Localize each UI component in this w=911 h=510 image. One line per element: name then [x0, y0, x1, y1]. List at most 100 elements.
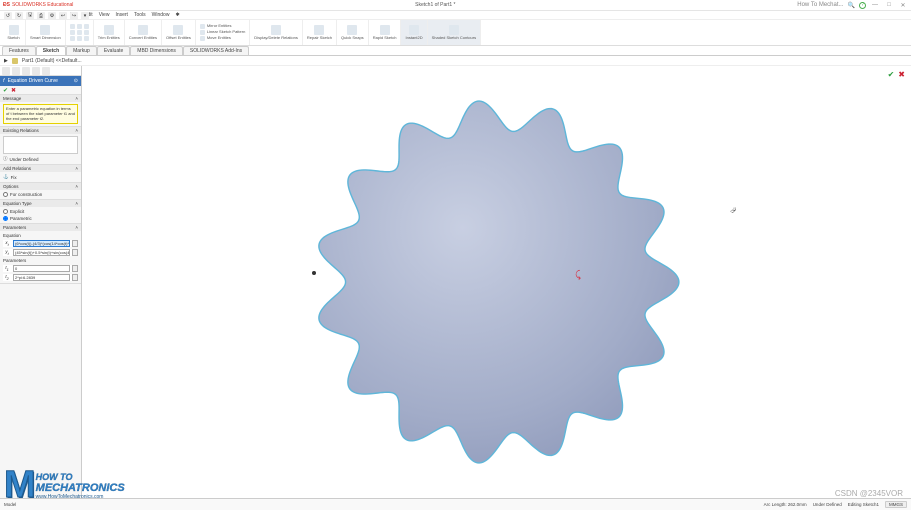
quick-snaps-icon: [347, 25, 357, 35]
curve-start-node[interactable]: [312, 271, 316, 275]
pm-tab-more-icon[interactable]: [42, 67, 50, 75]
menu-bar: File Edit View Insert Tools Window ✱: [0, 11, 911, 20]
t1-spin-icon[interactable]: [72, 265, 78, 272]
ribbon-sketch[interactable]: Sketch: [2, 20, 26, 45]
tab-evaluate[interactable]: Evaluate: [97, 46, 130, 55]
y-spin-icon[interactable]: [72, 249, 78, 256]
ribbon-quick-snaps[interactable]: Quick Snaps: [337, 20, 369, 45]
collapse-icon[interactable]: ˄: [75, 96, 78, 101]
spline-tool-icon[interactable]: [70, 36, 75, 41]
pm-cancel-icon[interactable]: ✖: [11, 87, 16, 94]
line-tool-icon[interactable]: [70, 24, 75, 29]
tab-mbd-dimensions[interactable]: MBD Dimensions: [130, 46, 183, 55]
linear-pattern-icon[interactable]: [200, 30, 205, 35]
t2-spin-icon[interactable]: [72, 274, 78, 281]
ribbon-display-relations[interactable]: Display/Delete Relations: [250, 20, 303, 45]
polygon-tool-icon[interactable]: [84, 30, 89, 35]
t1-input[interactable]: 0: [13, 265, 70, 272]
mirror-entities-icon[interactable]: [200, 24, 205, 29]
pm-parameters-section: Parameters˄ Equation xt(6*cos(t))-(4/3)*…: [0, 224, 81, 284]
workspace: 𝑓 Equation Driven Curve ⊙ ✔ ✖ Message˄ E…: [0, 66, 911, 498]
point-tool-icon[interactable]: [84, 36, 89, 41]
explicit-label: Explicit: [10, 209, 24, 214]
ribbon-trim-entities[interactable]: Trim Entities: [94, 20, 125, 45]
explicit-radio[interactable]: Explicit: [3, 209, 78, 214]
menu-more[interactable]: ✱: [175, 12, 179, 18]
collapse-icon[interactable]: ˄: [75, 184, 78, 189]
ellipse-tool-icon[interactable]: [77, 36, 82, 41]
pm-ok-icon[interactable]: ✔: [3, 87, 8, 94]
ribbon-offset-entities[interactable]: Offset Entities: [162, 20, 196, 45]
collapse-icon[interactable]: ˄: [75, 201, 78, 206]
ribbon-repair-sketch[interactable]: Repair Sketch: [303, 20, 337, 45]
search-icon[interactable]: 🔍: [848, 2, 855, 9]
qa-options-icon[interactable]: ⚙: [48, 12, 56, 20]
ribbon-smart-dimension[interactable]: Smart Dimension: [26, 20, 66, 45]
pm-tab-display-icon[interactable]: [32, 67, 40, 75]
pm-tab-feature-tree-icon[interactable]: [2, 67, 10, 75]
menu-view[interactable]: View: [99, 12, 110, 18]
for-construction-input[interactable]: [3, 192, 8, 197]
graphics-viewport[interactable]: ✔ ✖ ⤹ ⮰: [82, 66, 911, 498]
slot-tool-icon[interactable]: [84, 24, 89, 29]
for-construction-checkbox[interactable]: For construction: [3, 192, 78, 197]
menu-tools[interactable]: Tools: [134, 12, 146, 18]
wm-line1: HOW TO: [36, 472, 125, 482]
ribbon-rapid-sketch[interactable]: Rapid Sketch: [369, 20, 402, 45]
title-bar: ÐS SOLIDWORKS Educational Sketch1 of Par…: [0, 0, 911, 11]
window-minimize-button[interactable]: —: [870, 2, 880, 8]
breadcrumb-part-name[interactable]: Part1 (Default) <<Default...: [22, 58, 82, 64]
help-icon[interactable]: ?: [859, 2, 866, 9]
ribbon-shaded-contours[interactable]: Shaded Sketch Contours: [428, 20, 481, 45]
pm-tab-config-icon[interactable]: [22, 67, 30, 75]
t2-input[interactable]: 2*pi:6.2839: [13, 274, 70, 281]
qa-print-icon[interactable]: ⎙: [37, 12, 45, 20]
repair-sketch-icon: [314, 25, 324, 35]
arc-tool-icon[interactable]: [77, 30, 82, 35]
window-close-button[interactable]: ✕: [898, 2, 908, 9]
cancel-sketch-icon[interactable]: ✖: [898, 70, 905, 79]
pm-pin-icon[interactable]: ⊙: [74, 78, 78, 84]
under-defined-label: Under Defined: [10, 157, 39, 162]
smart-dimension-icon: [40, 25, 50, 35]
confirm-sketch-icon[interactable]: ✔: [888, 70, 895, 79]
qa-save-icon[interactable]: 🖫: [26, 12, 34, 20]
x-equation-input[interactable]: (6*cos(t))-(4/3)*(cos(14*cos(t)*...: [13, 240, 70, 247]
convert-entities-icon: [138, 25, 148, 35]
window-maximize-button[interactable]: □: [884, 2, 894, 8]
x-spin-icon[interactable]: [72, 240, 78, 247]
ribbon-instant2d[interactable]: Instant2D: [401, 20, 427, 45]
trim-entities-icon: [104, 25, 114, 35]
existing-relations-list[interactable]: [3, 136, 78, 154]
collapse-icon[interactable]: ˄: [75, 166, 78, 171]
tab-features[interactable]: Features: [2, 46, 36, 55]
tab-addins[interactable]: SOLIDWORKS Add-Ins: [183, 46, 249, 55]
parametric-label: Parametric: [10, 216, 32, 221]
menu-window[interactable]: Window: [152, 12, 170, 18]
qa-forward-icon[interactable]: ↪: [70, 12, 78, 20]
y-equation-input[interactable]: (45*sin(t))+0.5*sin(t)+sin(cos(4*...: [13, 249, 70, 256]
tab-sketch[interactable]: Sketch: [36, 46, 66, 55]
circle-tool-icon[interactable]: [70, 30, 75, 35]
qa-dropdown-icon[interactable]: ▾: [81, 12, 89, 20]
qa-back-icon[interactable]: ↩: [59, 12, 67, 20]
qa-redo-icon[interactable]: ↻: [15, 12, 23, 20]
status-editing: Editing Sketch1: [848, 502, 879, 507]
ribbon-offset-label: Offset Entities: [166, 36, 191, 40]
fix-relation-icon[interactable]: ⚓: [3, 174, 9, 180]
app-brand: SOLIDWORKS Educational: [12, 2, 73, 8]
collapse-icon[interactable]: ˄: [75, 225, 78, 230]
t2-label: t2: [3, 274, 11, 281]
collapse-icon[interactable]: ˄: [75, 128, 78, 133]
csdn-watermark: CSDN @2345VOR: [835, 489, 903, 498]
qa-undo-icon[interactable]: ↺: [4, 12, 12, 20]
rectangle-tool-icon[interactable]: [77, 24, 82, 29]
ribbon-convert-entities[interactable]: Convert Entities: [125, 20, 162, 45]
move-entities-icon[interactable]: [200, 36, 205, 41]
status-units[interactable]: MMGS: [885, 501, 907, 508]
parametric-radio[interactable]: Parametric: [3, 216, 78, 221]
breadcrumb-expand-icon[interactable]: ▶: [4, 58, 8, 64]
tab-markup[interactable]: Markup: [66, 46, 97, 55]
menu-insert[interactable]: Insert: [115, 12, 128, 18]
pm-tab-property-icon[interactable]: [12, 67, 20, 75]
